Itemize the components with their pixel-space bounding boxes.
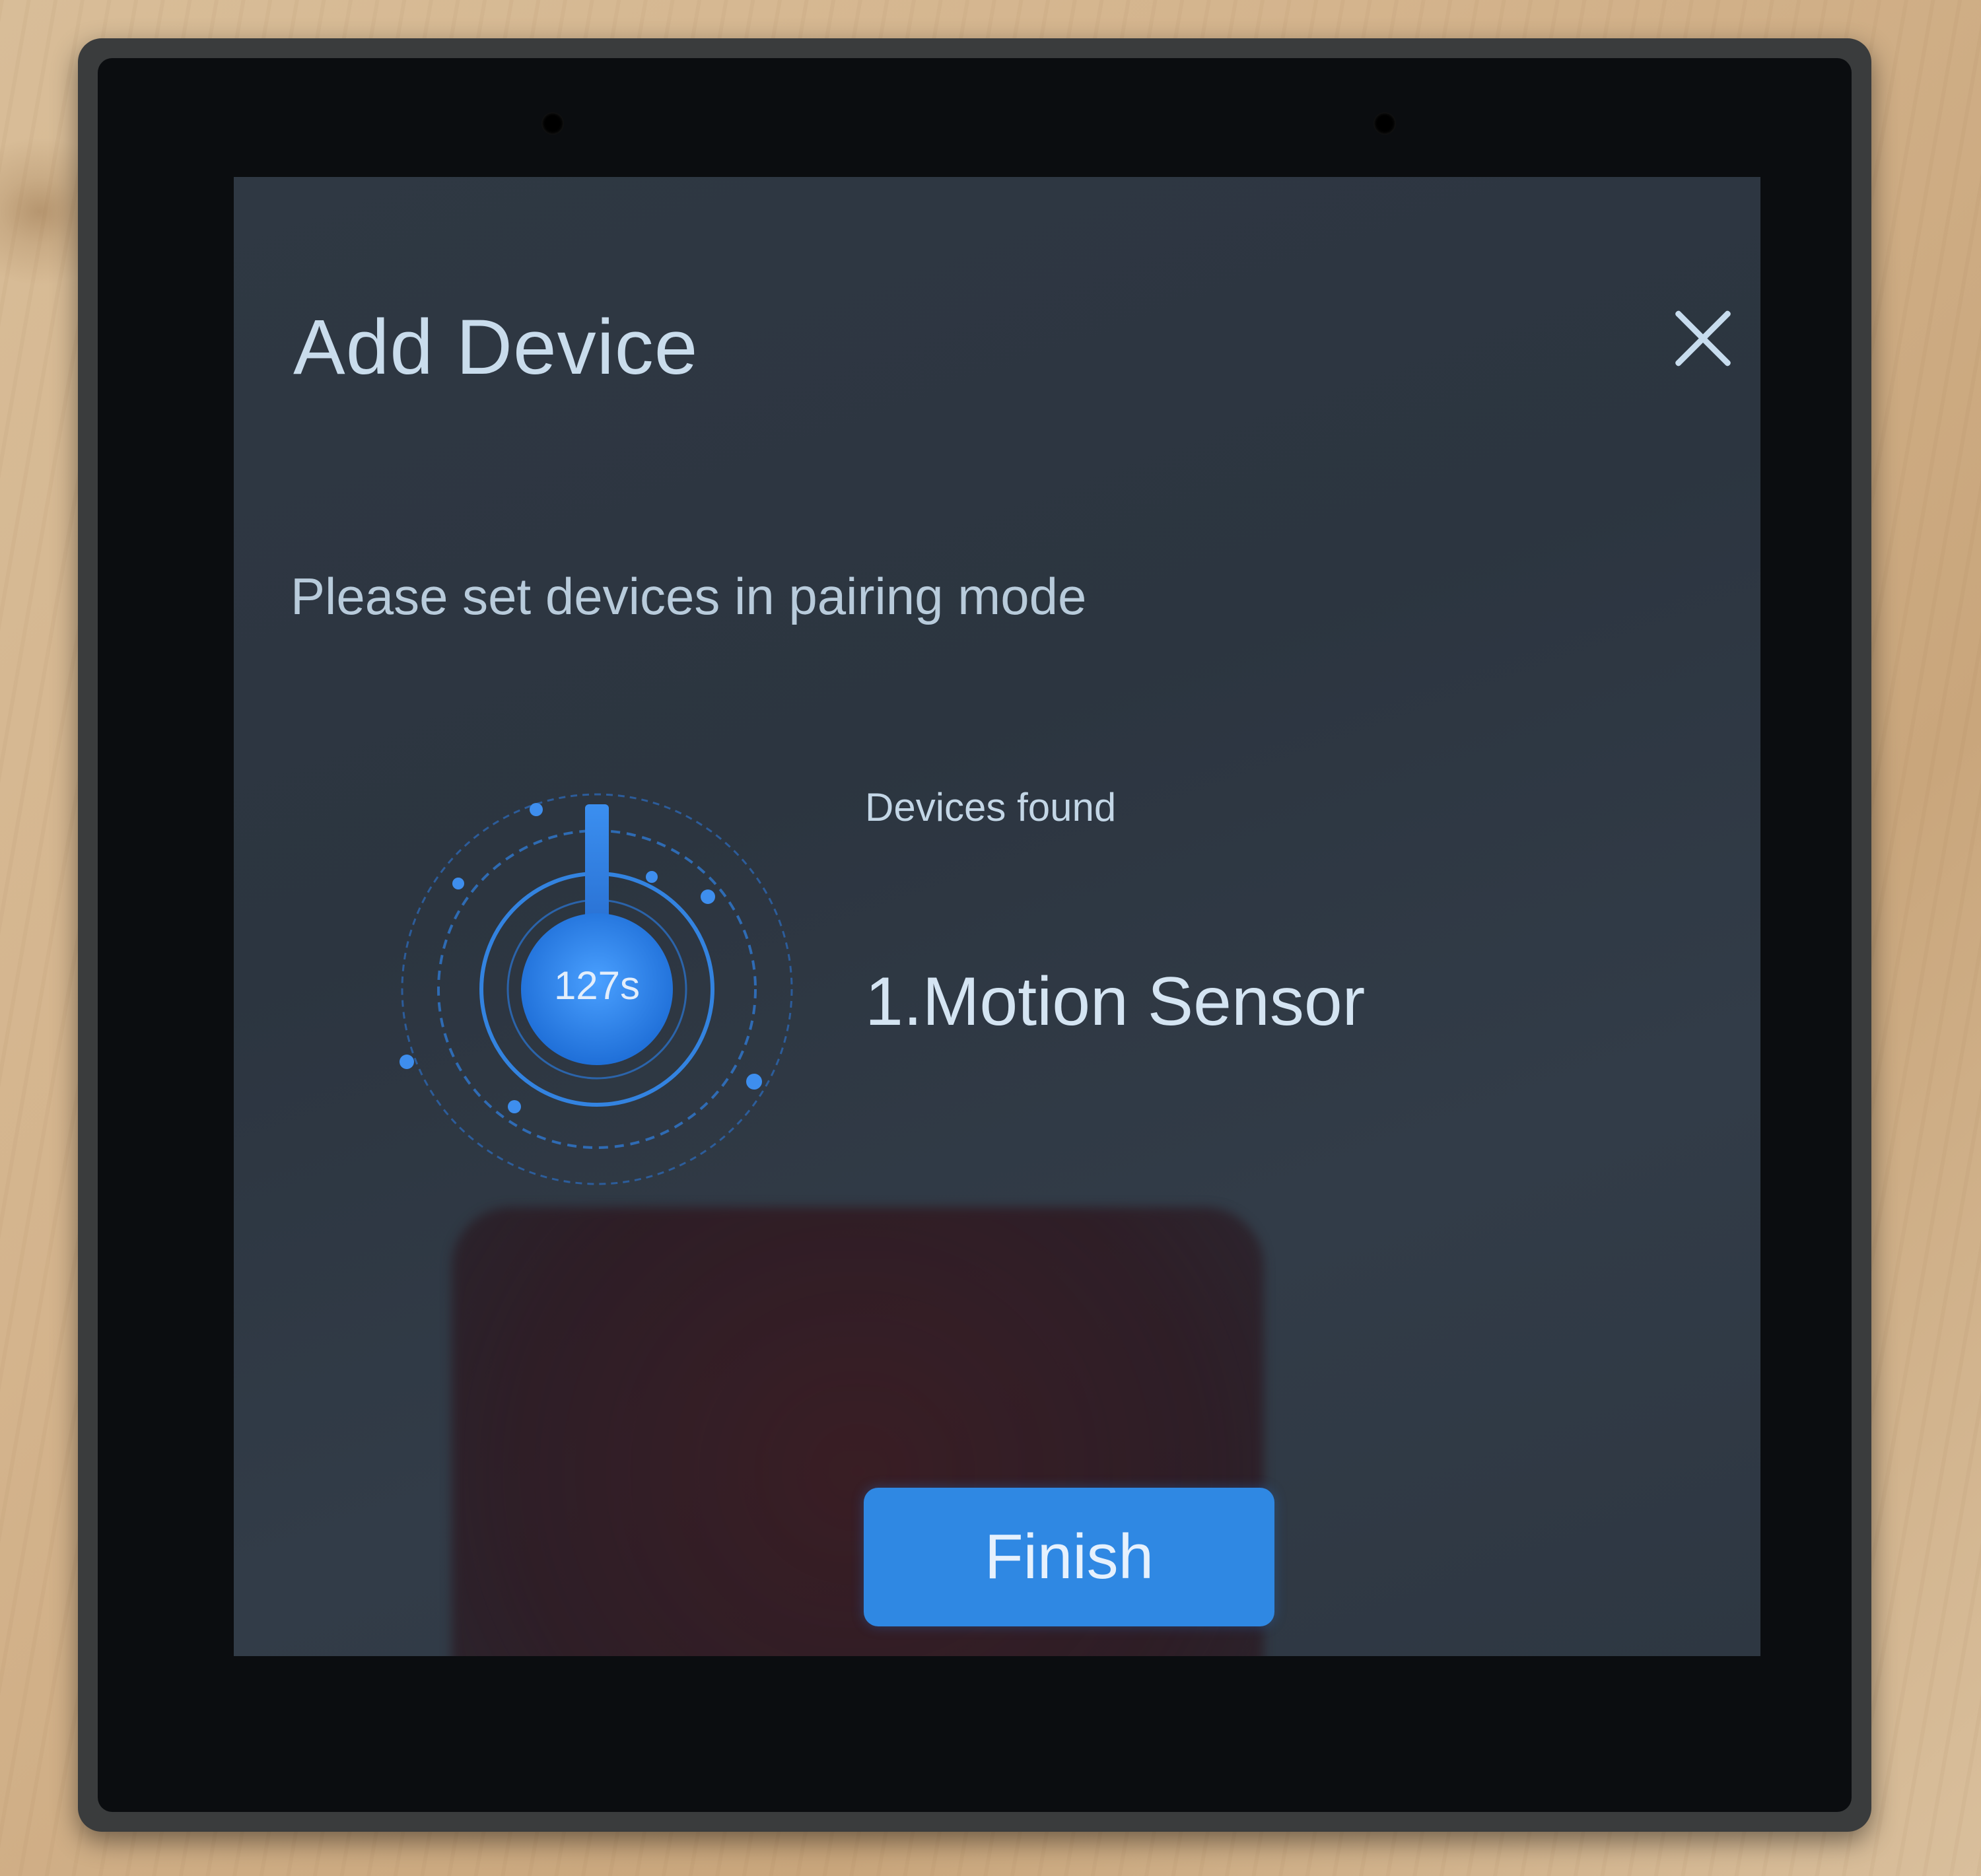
radar-blip [746, 1074, 762, 1090]
countdown-timer: 127s [553, 963, 641, 1008]
radar-blip [400, 1055, 414, 1069]
sensor-dot-left [541, 112, 564, 135]
radar-blip [452, 878, 464, 889]
pairing-instruction: Please set devices in pairing mode [291, 567, 1087, 625]
dialog-title: Add Device [293, 304, 699, 391]
radar-blip [646, 871, 658, 883]
sensor-dot-right [1373, 112, 1396, 135]
finish-button[interactable]: Finish [864, 1488, 1274, 1626]
devices-found-label: Devices found [865, 785, 1117, 829]
add-device-screen: Add Device Please set devices in pairing… [234, 177, 1760, 1656]
found-device-item: 1.Motion Sensor [865, 963, 1366, 1040]
radar-blip [508, 1100, 521, 1113]
smart-panel-frame: Add Device Please set devices in pairing… [78, 38, 1871, 1832]
scanning-radar: 127s [392, 784, 802, 1194]
radar-blip [701, 889, 715, 904]
radar-blip [530, 803, 543, 816]
close-icon[interactable] [1660, 296, 1746, 382]
radar-sweep-beam [585, 804, 609, 923]
